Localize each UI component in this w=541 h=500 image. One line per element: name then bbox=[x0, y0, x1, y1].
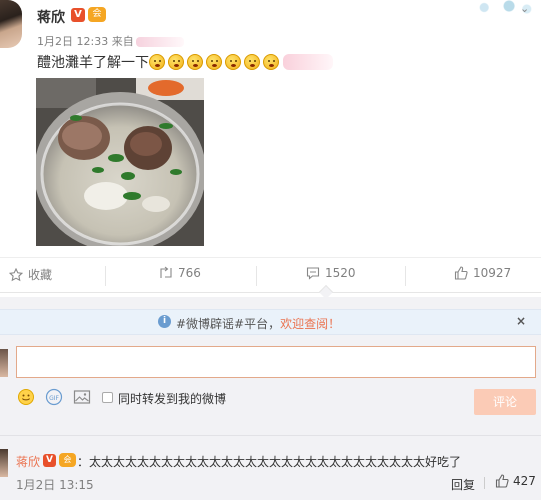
repost-button[interactable]: 766 bbox=[159, 266, 201, 280]
also-repost-label: 同时转发到我的微博 bbox=[118, 392, 227, 406]
rumor-notice-bar: i #微博辟谣#平台，欢迎查阅！ × bbox=[0, 309, 541, 335]
post-time[interactable]: 1月2日 12:33 bbox=[37, 35, 108, 48]
vip-badge-icon: 会 bbox=[88, 7, 106, 22]
vip-badge-icon: 会 bbox=[59, 453, 76, 467]
post-author-name[interactable]: 蒋欣 bbox=[37, 7, 65, 27]
action-divider bbox=[405, 266, 406, 286]
also-repost-checkbox[interactable] bbox=[102, 392, 113, 403]
gif-icon[interactable]: GIF bbox=[45, 388, 63, 406]
grinning-face-icon bbox=[149, 54, 165, 70]
post-source-blurred bbox=[135, 37, 184, 47]
star-icon bbox=[9, 267, 23, 281]
image-upload-icon[interactable] bbox=[73, 388, 91, 406]
comment-icon bbox=[306, 267, 320, 280]
grinning-face-icon bbox=[187, 54, 203, 70]
favorite-button[interactable]: 收藏 bbox=[9, 266, 52, 283]
blurred-sticker bbox=[283, 54, 333, 70]
like-count: 10927 bbox=[473, 266, 512, 280]
post-text: 醴池灘羊了解一下 bbox=[37, 55, 149, 71]
chevron-down-icon[interactable]: ⌄ bbox=[520, 2, 529, 15]
thumbs-up-icon bbox=[454, 266, 468, 280]
grinning-face-icon bbox=[168, 54, 184, 70]
comment-count: 1520 bbox=[325, 266, 356, 280]
info-icon: i bbox=[158, 315, 171, 328]
repost-icon bbox=[160, 266, 172, 278]
verified-badge-icon: V bbox=[43, 454, 56, 467]
reply-button[interactable]: 回复 bbox=[451, 476, 475, 493]
commenter-name[interactable]: 蒋欣 bbox=[16, 453, 40, 470]
comment-action-divider bbox=[484, 477, 485, 489]
action-divider bbox=[256, 266, 257, 286]
action-divider bbox=[105, 266, 106, 286]
notice-prefix: #微博辟谣#平台， bbox=[176, 317, 281, 331]
comment-panel: i #微博辟谣#平台，欢迎查阅！ × GIF 同时转发到我的微博 评论 蒋欣 V… bbox=[0, 297, 541, 500]
comment-like-count: 427 bbox=[513, 474, 536, 488]
comment-time: 1月2日 13:15 bbox=[16, 478, 94, 492]
grinning-face-icon bbox=[244, 54, 260, 70]
author-avatar[interactable] bbox=[0, 0, 22, 48]
card-decoration bbox=[470, 0, 541, 15]
grinning-face-icon bbox=[206, 54, 222, 70]
emoji-row bbox=[149, 54, 282, 71]
thumbs-up-icon bbox=[495, 474, 509, 488]
like-button[interactable]: 10927 bbox=[454, 266, 511, 280]
grinning-face-icon bbox=[225, 54, 241, 70]
my-avatar[interactable] bbox=[0, 349, 8, 377]
comment-separator bbox=[0, 435, 541, 436]
comment-input[interactable] bbox=[16, 346, 536, 378]
notice-link[interactable]: 欢迎查阅！ bbox=[280, 317, 340, 331]
post-photo[interactable] bbox=[36, 78, 204, 246]
commenter-avatar[interactable] bbox=[0, 449, 8, 477]
comment-button[interactable]: 1520 bbox=[306, 266, 356, 280]
comment-like-button[interactable]: 427 bbox=[495, 474, 536, 488]
post-meta: 1月2日 12:33 来自 bbox=[37, 33, 184, 49]
grinning-face-icon bbox=[263, 54, 279, 70]
notice-text: #微博辟谣#平台，欢迎查阅！ bbox=[176, 315, 340, 332]
comment-text: ：太太太太太太太太太太太太太太太太太太太太太太太太太太太太好吃了 bbox=[77, 455, 462, 469]
repost-count: 766 bbox=[178, 266, 201, 280]
post-text-line: 醴池灘羊了解一下 bbox=[37, 52, 282, 72]
post-action-bar: 收藏 766 1520 10927 bbox=[0, 257, 541, 300]
emoji-picker-icon[interactable] bbox=[17, 388, 35, 406]
favorite-label: 收藏 bbox=[28, 268, 53, 282]
submit-comment-button[interactable]: 评论 bbox=[474, 389, 536, 415]
verified-badge-icon: V bbox=[71, 8, 85, 22]
close-icon[interactable]: × bbox=[516, 314, 526, 328]
post-source-prefix: 来自 bbox=[111, 35, 134, 48]
svg-text:GIF: GIF bbox=[49, 395, 59, 402]
